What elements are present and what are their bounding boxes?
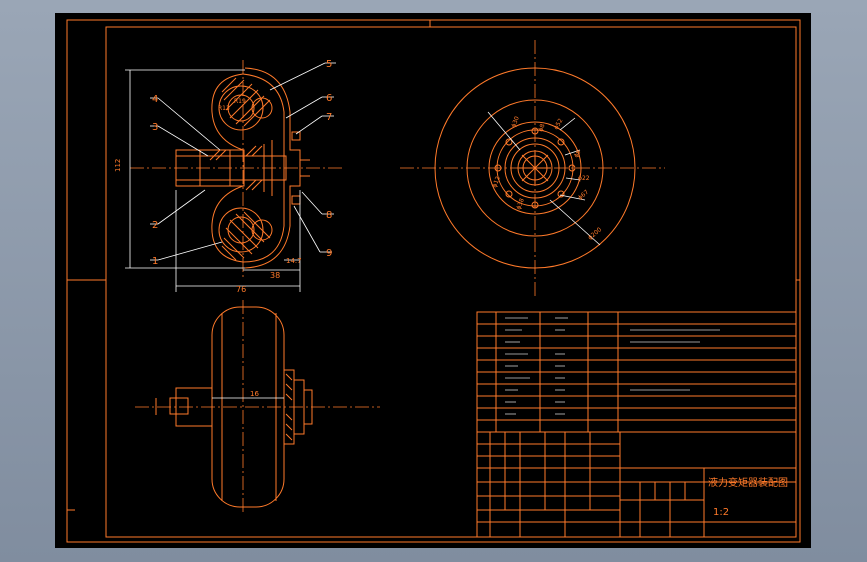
drawing-scale: 1:2 — [713, 507, 729, 518]
dim-height: 112 — [114, 159, 122, 172]
svg-text:ϕ52: ϕ52 — [553, 117, 565, 131]
part-label-8: 8 — [326, 210, 332, 221]
part-label-9: 9 — [326, 248, 332, 259]
dim-d1: 38 — [270, 271, 280, 280]
dim-r1: R13 — [218, 105, 230, 112]
part-label-7: 7 — [326, 112, 332, 123]
svg-text:ϕ12: ϕ12 — [491, 175, 502, 188]
part-label-4: 4 — [152, 94, 158, 105]
svg-text:ϕ200: ϕ200 — [587, 226, 603, 241]
end-view: ϕ30 ϕ8 ϕ52 ϕ9 ϕ22 ϕ67 ϕ200 ϕ12 ϕ38 — [400, 40, 665, 298]
svg-text:ϕ30: ϕ30 — [510, 115, 521, 128]
side-view: 16 — [135, 300, 380, 515]
svg-text:ϕ67: ϕ67 — [577, 189, 591, 202]
drawing-title: 液力变矩器装配图 — [708, 476, 788, 489]
svg-text:ϕ22: ϕ22 — [578, 175, 590, 182]
dim-r2: R19 — [234, 98, 246, 105]
part-label-3: 3 — [152, 122, 158, 133]
engineering-drawing: 112 76 38 14.7 R13 R19 5 6 7 4 3 2 1 8 9 — [66, 19, 801, 543]
part-label-5: 5 — [326, 59, 332, 70]
title-block: 液力变矩器装配图 1:2 — [476, 311, 797, 538]
part-label-1: 1 — [152, 256, 158, 267]
inner-border — [105, 26, 797, 538]
part-label-2: 2 — [152, 220, 158, 231]
cad-viewport: 112 76 38 14.7 R13 R19 5 6 7 4 3 2 1 8 9 — [0, 0, 867, 562]
outer-border — [66, 19, 801, 543]
part-label-6: 6 — [326, 93, 332, 104]
dim-d2: 14.7 — [286, 257, 302, 265]
dim-shaft: 16 — [250, 390, 259, 398]
section-view: 112 76 38 14.7 R13 R19 5 6 7 4 3 2 1 8 9 — [114, 59, 345, 294]
svg-text:ϕ38: ϕ38 — [515, 197, 526, 210]
dim-width: 76 — [236, 285, 246, 294]
svg-text:ϕ9: ϕ9 — [573, 149, 583, 159]
